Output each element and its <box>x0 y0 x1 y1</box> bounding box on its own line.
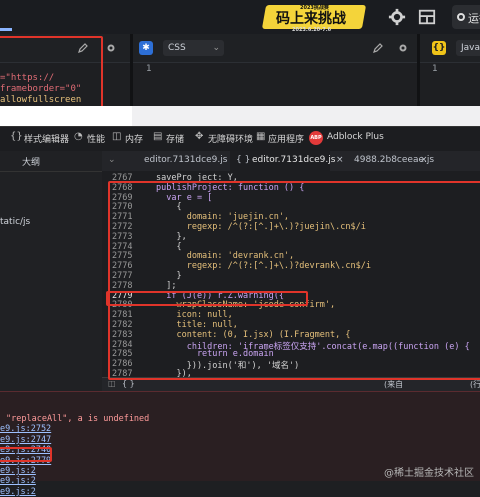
outline-title: 大纲 <box>22 158 41 168</box>
js-pane-header: {} Java <box>420 34 480 63</box>
outline-divider <box>0 171 102 172</box>
run-label: 运行 <box>468 12 480 25</box>
run-button[interactable]: 运行 <box>452 5 480 29</box>
css-pane-settings <box>393 34 417 63</box>
preview-area <box>0 106 480 126</box>
braces-icon: { } <box>236 155 251 165</box>
pencil-icon[interactable] <box>373 43 383 53</box>
style-editor-icon: {} <box>10 131 23 142</box>
tab-application[interactable]: 应用程序 <box>268 132 304 145</box>
console-stack-link[interactable]: e9.js:2747 <box>0 435 51 445</box>
close-icon[interactable]: × <box>420 155 428 165</box>
js-line-number: 1 <box>432 64 438 74</box>
top-app-bar: 2023挑战赛 码上来挑战 2023.6.20-7.6 运行 <box>0 0 480 34</box>
banner-title: 码上来挑战 <box>276 11 346 27</box>
js-braces-icon: {} <box>432 41 446 55</box>
source-tab-1[interactable]: editor.7131dce9.js <box>144 155 227 165</box>
pretty-print-braces[interactable]: { } <box>122 379 135 388</box>
js-language-select[interactable]: Java <box>456 40 480 56</box>
watermark: @稀土掘金技术社区 <box>384 468 474 479</box>
gear-icon[interactable] <box>398 43 408 53</box>
outline-panel: 大纲 tatic/js <box>0 151 103 391</box>
css-pane-header: ✱ CSS ⌄ <box>133 34 393 63</box>
accessibility-icon: ✥ <box>195 131 204 142</box>
devtools-toolbar: {} 样式编辑器 ◔ 性能 ◫ 内存 ▤ 存储 ✥ 无障碍环境 ▦ 应用程序 A… <box>0 126 480 152</box>
highlight-box-code <box>108 181 480 380</box>
outline-item[interactable]: tatic/js <box>0 217 30 227</box>
storage-icon: ▤ <box>153 131 163 142</box>
css-language-value: CSS <box>168 43 186 53</box>
adblock-icon: ABP <box>309 131 323 145</box>
tab-accessibility[interactable]: 无障碍环境 <box>208 132 253 145</box>
status-left-arrow[interactable]: ◫ <box>108 379 116 388</box>
status-line: (行 <box>470 380 480 389</box>
css-language-select[interactable]: CSS ⌄ <box>163 40 224 56</box>
console-stack-link[interactable]: e9.js:2 <box>0 487 36 497</box>
js-language-value: Java <box>461 43 480 53</box>
banner-date: 2023.6.20-7.6 <box>292 27 332 33</box>
console-stack-link[interactable]: e9.js:2 <box>0 466 36 476</box>
console-stack-link[interactable]: e9.js:2 <box>0 476 36 486</box>
console-panel: "replaceAll", a is undefined e9.js:2752 e9… <box>0 391 480 497</box>
tab-memory[interactable]: 内存 <box>125 132 143 145</box>
console-error-message: "replaceAll", a is undefined <box>6 414 150 424</box>
tab-storage[interactable]: 存储 <box>166 132 184 145</box>
source-tab-active[interactable]: { } editor.7131dce9.js <box>230 151 335 173</box>
css-star-icon: ✱ <box>139 41 153 55</box>
source-tab-2-label: editor.7131dce9.js <box>252 155 336 165</box>
challenge-banner[interactable]: 2023挑战赛 码上来挑战 2023.6.20-7.6 <box>260 3 370 33</box>
chevron-down-icon: ⌄ <box>212 43 220 53</box>
editor-panes: ="https:// frameborder="0" allowfullscre… <box>0 34 480 108</box>
tab-adblock-plus[interactable]: Adblock Plus <box>327 132 384 142</box>
highlight-box-html <box>0 36 103 108</box>
css-line-number: 1 <box>146 64 152 74</box>
console-stack-link[interactable]: e9.js:2752 <box>0 424 51 434</box>
highlight-box-console <box>0 447 52 462</box>
memory-icon: ◫ <box>112 131 122 142</box>
settings-gear-icon[interactable] <box>388 8 406 26</box>
performance-icon: ◔ <box>74 131 83 142</box>
application-grid-icon: ▦ <box>256 131 266 142</box>
source-tabs: ⌄ editor.7131dce9.js { } editor.7131dce9… <box>102 151 480 173</box>
gear-icon[interactable] <box>106 43 116 53</box>
tab-performance[interactable]: 性能 <box>87 132 105 145</box>
layout-icon[interactable] <box>418 8 436 26</box>
preview-gray <box>132 106 480 126</box>
tab-left-arrow-icon[interactable]: ⌄ <box>108 155 116 165</box>
close-icon[interactable]: × <box>336 155 344 165</box>
active-tab-underline <box>0 28 12 31</box>
html-pane-header-ext <box>100 34 130 63</box>
highlight-box-line-2779 <box>106 291 308 306</box>
run-gear-icon <box>457 13 465 21</box>
tab-style-editor[interactable]: 样式编辑器 <box>24 132 69 145</box>
